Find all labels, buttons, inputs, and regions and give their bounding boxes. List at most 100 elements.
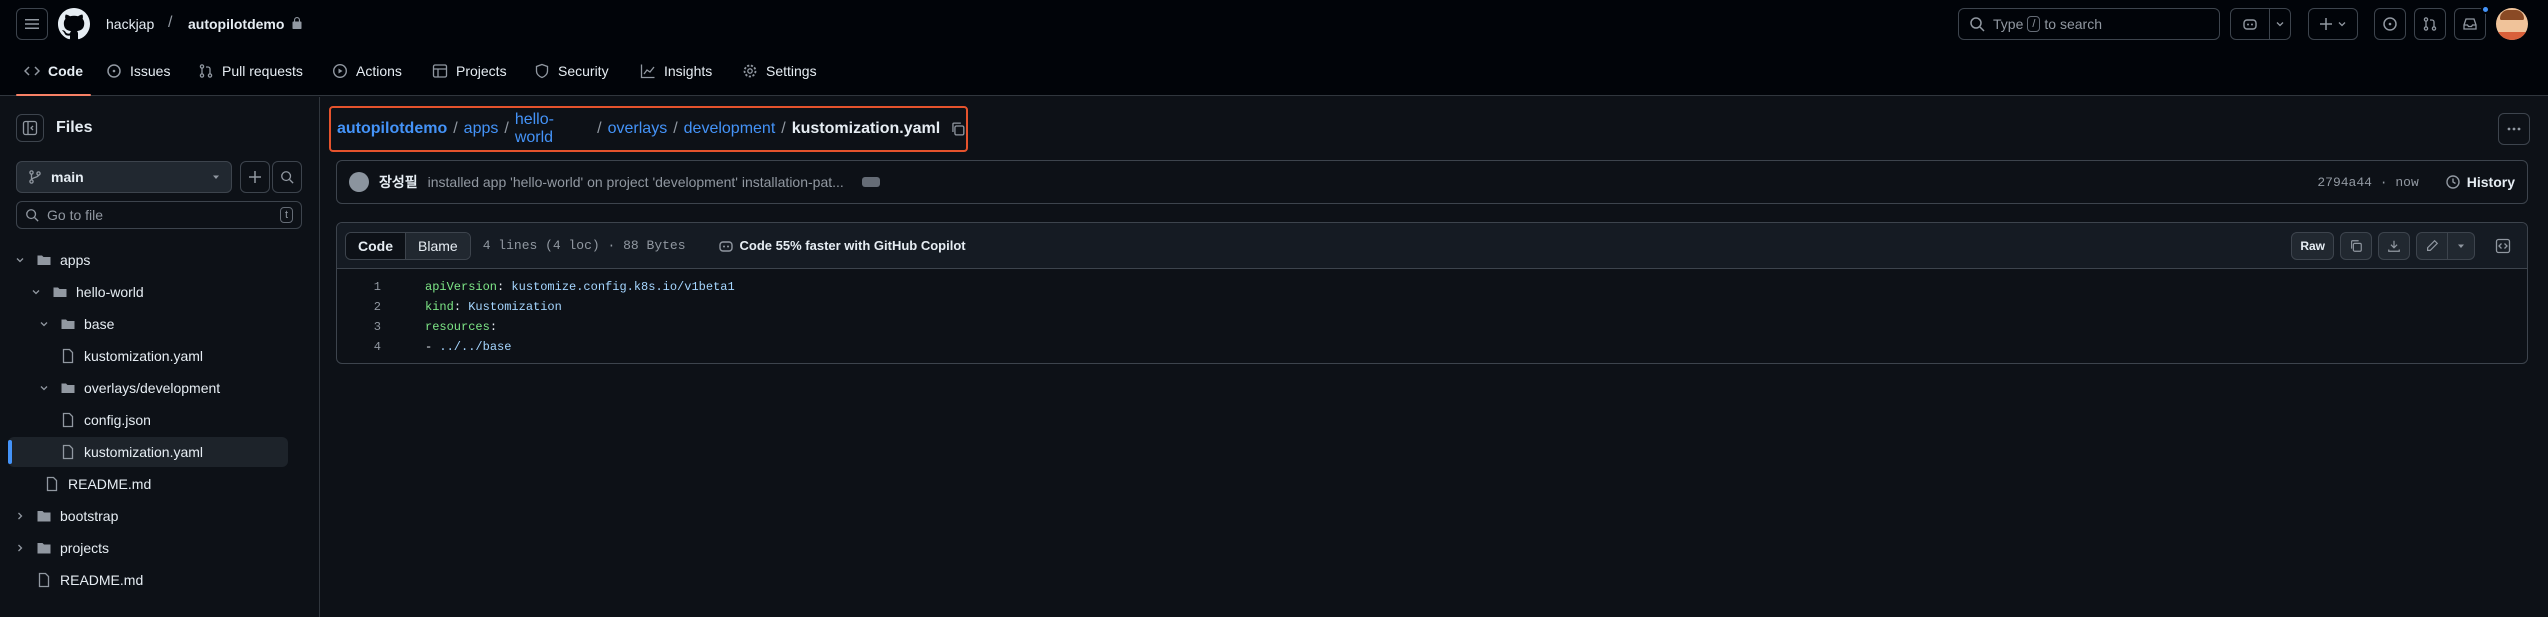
file-actions: Raw <box>2291 231 2519 260</box>
tree-item-label: apps <box>60 252 91 268</box>
search-files-button[interactable] <box>272 161 302 193</box>
line-number[interactable]: 4 <box>337 340 401 354</box>
tree-item-bootstrap[interactable]: bootstrap <box>8 501 288 531</box>
tree-item-base-kustomization[interactable]: kustomization.yaml <box>8 341 288 371</box>
repo-link[interactable]: autopilotdemo <box>188 16 284 32</box>
commit-author[interactable]: 장성필 <box>379 172 418 192</box>
notifications-button[interactable] <box>2454 8 2486 40</box>
copy-icon <box>2351 239 2362 252</box>
tree-item-projects[interactable]: projects <box>8 533 288 563</box>
tab-pull-requests[interactable]: Pull requests <box>190 56 311 86</box>
tree-item-hello-world[interactable]: hello-world <box>8 277 288 307</box>
breadcrumb-hello-world[interactable]: hello-world <box>515 111 591 147</box>
download-icon <box>2388 240 2400 252</box>
line-content: kind: Kustomization <box>401 300 562 314</box>
sidebar-collapse-icon <box>22 120 38 136</box>
expand-commit-message-button[interactable] <box>861 177 880 187</box>
search-prefix: Type <box>1993 16 2024 32</box>
download-button[interactable] <box>2378 231 2410 260</box>
tab-code[interactable]: Code <box>16 56 91 96</box>
copy-raw-button[interactable] <box>2340 231 2372 260</box>
line-number[interactable]: 2 <box>337 300 401 314</box>
breadcrumb-development[interactable]: development <box>684 120 776 138</box>
pull-requests-shortcut-button[interactable] <box>2414 8 2446 40</box>
user-avatar[interactable] <box>2496 8 2528 40</box>
copilot-promo-text: Code 55% faster with GitHub Copilot <box>739 238 966 253</box>
edit-menu-button[interactable] <box>2448 231 2475 260</box>
tab-pull-requests-label: Pull requests <box>222 63 303 79</box>
tree-item-dev-kustomization[interactable]: kustomization.yaml <box>8 437 288 467</box>
yaml-key: kind <box>425 300 454 314</box>
code-line: 3 resources: <box>337 317 2527 337</box>
history-button[interactable]: History <box>2445 174 2515 190</box>
pencil-icon <box>2427 239 2439 251</box>
github-logo-icon[interactable] <box>58 8 90 40</box>
copilot-button[interactable] <box>2230 8 2270 40</box>
go-to-file-placeholder: Go to file <box>47 207 104 223</box>
copilot-promo-link[interactable]: Code 55% faster with GitHub Copilot <box>718 238 966 254</box>
tree-item-overlays-development[interactable]: overlays/development <box>8 373 288 403</box>
breadcrumb-separator: / <box>673 120 678 137</box>
tab-actions[interactable]: Actions <box>324 56 410 86</box>
breadcrumb-repo[interactable]: autopilotdemo <box>337 120 447 138</box>
tree-item-label: hello-world <box>76 284 144 300</box>
breadcrumb-overlays[interactable]: overlays <box>608 120 668 138</box>
file-icon <box>62 444 74 460</box>
breadcrumb-separator: / <box>504 120 509 137</box>
add-file-button[interactable] <box>240 161 270 193</box>
global-search-input[interactable]: Type / to search <box>1958 8 2220 40</box>
commit-author-avatar[interactable] <box>349 172 369 192</box>
tree-item-apps[interactable]: apps <box>8 245 288 275</box>
code-line: 1 apiVersion: kustomize.config.k8s.io/v1… <box>337 277 2527 297</box>
tab-issues[interactable]: Issues <box>98 56 178 86</box>
code-content[interactable]: 1 apiVersion: kustomize.config.k8s.io/v1… <box>337 269 2527 357</box>
symbols-panel-button[interactable] <box>2487 232 2519 260</box>
selected-item-indicator <box>8 440 12 464</box>
commit-message[interactable]: installed app 'hello-world' on project '… <box>428 174 844 190</box>
yaml-punct: : <box>489 320 498 334</box>
file-viewer: Code Blame 4 lines (4 loc) · 88 Bytes Co… <box>336 222 2528 364</box>
copilot-menu-button[interactable] <box>2269 8 2291 40</box>
tab-actions-label: Actions <box>356 63 402 79</box>
collapse-sidebar-button[interactable] <box>16 114 44 142</box>
more-options-button[interactable] <box>2498 113 2530 145</box>
search-icon <box>1970 17 1985 32</box>
yaml-punct: - <box>425 340 440 354</box>
menu-button[interactable] <box>16 8 48 40</box>
tab-projects-label: Projects <box>456 63 507 79</box>
issues-shortcut-button[interactable] <box>2374 8 2406 40</box>
tab-projects[interactable]: Projects <box>424 56 515 86</box>
yaml-key: resources <box>425 320 490 334</box>
branch-selector[interactable]: main <box>16 161 232 193</box>
line-number[interactable]: 3 <box>337 320 401 334</box>
yaml-value: Kustomization <box>468 300 562 314</box>
chevron-down-icon <box>2276 22 2284 27</box>
folder-icon <box>37 543 51 554</box>
breadcrumb-apps[interactable]: apps <box>464 120 499 138</box>
line-number[interactable]: 1 <box>337 280 401 294</box>
header-row: hackjap / autopilotdemo Type / to search <box>0 0 2548 48</box>
tab-insights[interactable]: Insights <box>632 56 720 86</box>
yaml-value: kustomize.config.k8s.io/v1beta1 <box>511 280 735 294</box>
tab-security[interactable]: Security <box>526 56 617 86</box>
tree-item-label: README.md <box>68 476 152 492</box>
owner-link[interactable]: hackjap <box>106 16 154 32</box>
copy-icon[interactable] <box>950 121 966 137</box>
tab-settings[interactable]: Settings <box>734 56 825 86</box>
raw-button[interactable]: Raw <box>2291 231 2334 260</box>
commit-sha-time[interactable]: 2794a44 · now <box>2317 175 2418 190</box>
tree-item-root-readme[interactable]: README.md <box>8 565 288 595</box>
tree-item-label: kustomization.yaml <box>84 348 204 364</box>
tree-item-base[interactable]: base <box>8 309 288 339</box>
blame-view-button[interactable]: Blame <box>406 232 470 259</box>
tree-item-hello-world-readme[interactable]: README.md <box>8 469 288 499</box>
code-view-button[interactable]: Code <box>346 232 406 259</box>
tree-item-config-json[interactable]: config.json <box>8 405 288 435</box>
create-new-button[interactable] <box>2308 8 2358 40</box>
go-to-file-input[interactable]: Go to file t <box>16 201 302 229</box>
tab-insights-label: Insights <box>664 63 713 79</box>
chevron-down-icon <box>12 255 28 265</box>
search-suffix: to search <box>2044 16 2103 32</box>
edit-file-button[interactable] <box>2416 231 2448 260</box>
tree-item-label: base <box>84 316 115 332</box>
